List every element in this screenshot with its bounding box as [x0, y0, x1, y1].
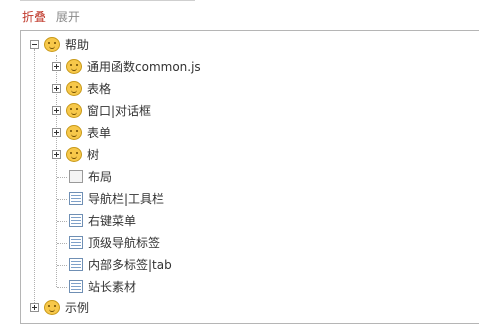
tree-node-label: 表格 [87, 81, 112, 96]
expand-toggle-icon[interactable] [52, 83, 61, 93]
tree-node-leaf[interactable]: 顶级导航标签 [69, 231, 160, 253]
tree-node-label: 内部多标签|tab [88, 257, 172, 272]
tree-node-label: 右键菜单 [88, 213, 137, 228]
tree-node-label: 导航栏|工具栏 [88, 191, 165, 206]
smiley-folder-icon [66, 124, 82, 140]
expand-toggle-icon[interactable] [52, 149, 61, 159]
smiley-folder-icon [44, 299, 60, 315]
list-page-icon [69, 279, 83, 293]
tree-node-label: 窗口|对话框 [87, 103, 152, 118]
tree-node-label: 示例 [65, 300, 90, 315]
tree-node-leaf[interactable]: 导航栏|工具栏 [69, 187, 164, 209]
blank-page-icon [69, 169, 83, 183]
tree-panel: 帮助 通用函数common.js 表格 窗口|对话框 表单 树 布局 导航栏|工… [20, 30, 479, 324]
tree-node-group[interactable]: 通用函数common.js [52, 55, 201, 77]
expand-toggle-icon[interactable] [52, 127, 61, 137]
connector-tick [57, 221, 67, 222]
tree-node-leaf[interactable]: 布局 [69, 165, 112, 187]
expand-toggle-icon[interactable] [52, 61, 61, 71]
tree-node-label: 顶级导航标签 [88, 235, 161, 250]
tree-node-group[interactable]: 窗口|对话框 [52, 99, 151, 121]
tree-node-label: 表单 [87, 125, 112, 140]
connector-tick [57, 199, 67, 200]
tree-node-leaf[interactable]: 内部多标签|tab [69, 253, 172, 275]
connector-tick [57, 177, 67, 178]
tree-node-label: 树 [87, 147, 100, 162]
smiley-folder-icon [44, 36, 60, 52]
list-page-icon [69, 191, 83, 205]
expand-toggle-icon[interactable] [52, 105, 61, 115]
root-connector-line [34, 49, 35, 307]
tree-toolbar: 折叠 展开 [22, 8, 80, 26]
tree-node-label: 站长素材 [88, 279, 137, 294]
tree-node-label: 通用函数common.js [87, 59, 201, 74]
collapse-toggle-icon[interactable] [30, 39, 39, 49]
smiley-folder-icon [66, 58, 82, 74]
tree-node-examples[interactable]: 示例 [30, 296, 89, 318]
connector-tick [57, 287, 67, 288]
list-page-icon [69, 257, 83, 271]
connector-tick [57, 265, 67, 266]
connector-tick [57, 243, 67, 244]
expand-all-link[interactable]: 展开 [56, 10, 80, 24]
list-page-icon [69, 213, 83, 227]
tree-node-group[interactable]: 表单 [52, 121, 111, 143]
tree-node-help[interactable]: 帮助 [30, 33, 89, 55]
expand-toggle-icon[interactable] [30, 302, 39, 312]
tree-node-group[interactable]: 表格 [52, 77, 111, 99]
top-divider [20, 0, 195, 1]
tree-node-label: 帮助 [65, 37, 90, 52]
smiley-folder-icon [66, 80, 82, 96]
smiley-folder-icon [66, 102, 82, 118]
smiley-folder-icon [66, 146, 82, 162]
collapse-all-link[interactable]: 折叠 [22, 10, 46, 24]
tree-node-leaf[interactable]: 右键菜单 [69, 209, 136, 231]
tree-node-group[interactable]: 树 [52, 143, 99, 165]
tree-node-label: 布局 [88, 169, 113, 184]
tree-node-leaf[interactable]: 站长素材 [69, 275, 136, 297]
list-page-icon [69, 235, 83, 249]
